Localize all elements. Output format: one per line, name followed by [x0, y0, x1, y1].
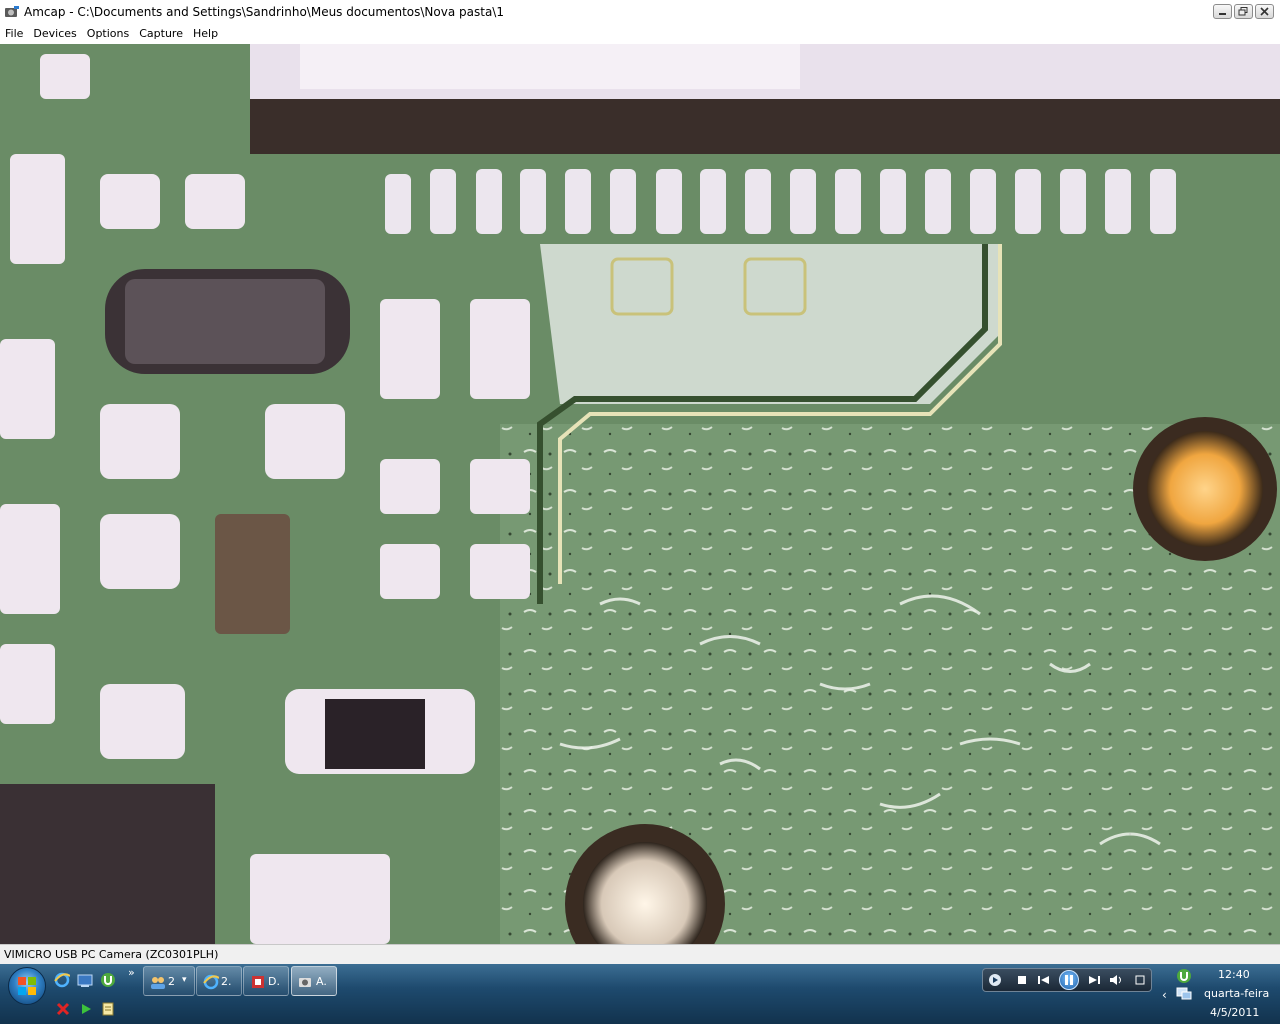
task-d-label: D.: [268, 975, 280, 988]
previous-icon[interactable]: [1037, 973, 1051, 987]
show-desktop-icon[interactable]: [77, 972, 93, 988]
network-icon[interactable]: [1176, 986, 1192, 1002]
pause-icon: [1065, 975, 1073, 985]
minimize-icon: [1219, 13, 1226, 15]
group-icon: [150, 974, 166, 990]
volume-icon[interactable]: [1109, 973, 1123, 987]
media-toolbar: [982, 968, 1152, 992]
clock-day[interactable]: quarta-feira: [1204, 987, 1269, 1000]
utorrent-tray-icon[interactable]: [1176, 968, 1192, 984]
taskbar: » 2 ▾ 2. D. A. ‹ 12:40 quarta-feira 4/5/…: [0, 964, 1280, 1024]
status-bar: VIMICRO USB PC Camera (ZC0301PLH): [0, 944, 1280, 964]
restore-player-icon[interactable]: [1133, 973, 1147, 987]
internet-explorer-icon: [203, 974, 220, 990]
close-button[interactable]: [1255, 4, 1274, 19]
close-icon: [1260, 7, 1269, 16]
window-title: Amcap - C:\Documents and Settings\Sandri…: [24, 5, 504, 19]
chevron-down-icon: ▾: [182, 975, 187, 985]
media-player-icon[interactable]: [988, 973, 1002, 987]
menu-file[interactable]: File: [0, 24, 28, 44]
task-app-d[interactable]: D.: [243, 966, 289, 996]
window-controls: [1213, 4, 1274, 19]
internet-explorer-icon[interactable]: [54, 972, 71, 988]
utorrent-icon[interactable]: [100, 972, 116, 988]
tray-expand-chevron[interactable]: ‹: [1162, 988, 1167, 1002]
clock-date[interactable]: 4/5/2011: [1210, 1006, 1259, 1019]
task-amcap-label: A.: [316, 975, 327, 988]
notepad-icon[interactable]: [101, 1002, 115, 1016]
task-group[interactable]: 2 ▾: [143, 966, 195, 996]
windows-start-icon: [18, 977, 36, 995]
camera-app-icon: [4, 4, 20, 20]
task-ie-label: 2.: [221, 975, 232, 988]
menu-options[interactable]: Options: [82, 24, 134, 44]
next-icon[interactable]: [1087, 973, 1101, 987]
camera-app-icon: [298, 974, 314, 990]
red-x-icon[interactable]: [56, 1002, 70, 1016]
stop-icon[interactable]: [1015, 973, 1029, 987]
menu-devices[interactable]: Devices: [28, 24, 81, 44]
restore-button[interactable]: [1234, 4, 1253, 19]
minimize-button[interactable]: [1213, 4, 1232, 19]
menu-help[interactable]: Help: [188, 24, 223, 44]
task-group-label: 2: [168, 975, 175, 988]
task-amcap[interactable]: A.: [291, 966, 337, 996]
status-text: VIMICRO USB PC Camera (ZC0301PLH): [4, 948, 219, 961]
menu-capture[interactable]: Capture: [134, 24, 188, 44]
app-icon: [250, 974, 266, 990]
menu-bar: File Devices Options Capture Help: [0, 24, 1280, 44]
camera-feed-image: [0, 44, 1280, 944]
clock-time[interactable]: 12:40: [1218, 968, 1250, 981]
start-button[interactable]: [8, 967, 46, 1005]
restore-icon: [1238, 7, 1248, 16]
green-play-icon[interactable]: [79, 1002, 93, 1016]
task-internet-explorer[interactable]: 2.: [196, 966, 242, 996]
video-preview[interactable]: [0, 44, 1280, 944]
title-bar[interactable]: Amcap - C:\Documents and Settings\Sandri…: [0, 0, 1280, 25]
quick-launch-more[interactable]: »: [128, 966, 135, 979]
pause-button[interactable]: [1059, 970, 1079, 990]
